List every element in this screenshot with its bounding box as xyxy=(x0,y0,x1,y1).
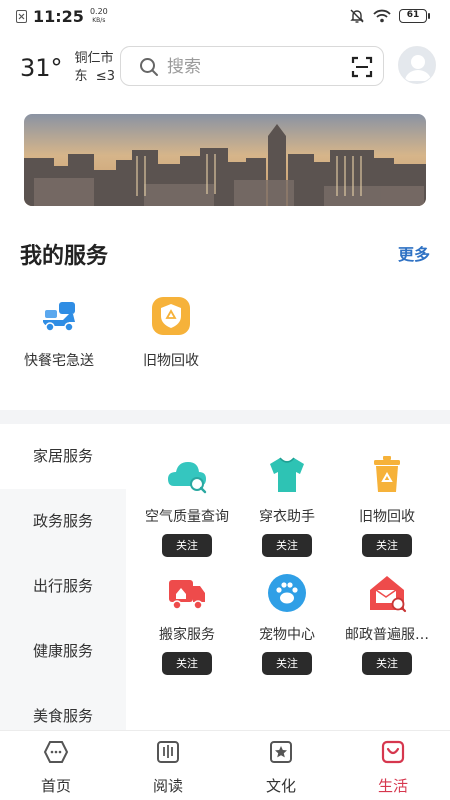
follow-button[interactable]: 关注 xyxy=(362,652,412,675)
scan-icon[interactable] xyxy=(351,56,373,78)
nav-culture[interactable]: 文化 xyxy=(241,739,321,796)
user-avatar-icon xyxy=(399,47,435,83)
city-name: 铜仁市 xyxy=(74,51,114,66)
category-health-services[interactable]: 健康服务 xyxy=(0,619,126,684)
service-tile-air-quality[interactable]: 空气质量查询 关注 xyxy=(132,454,242,557)
delivery-scooter-icon xyxy=(43,302,75,332)
follow-button[interactable]: 关注 xyxy=(262,652,312,675)
home-icon xyxy=(43,741,69,763)
category-home-services[interactable]: 家居服务 xyxy=(0,424,126,489)
tile-label: 搬家服务 xyxy=(159,627,215,643)
search-icon xyxy=(140,58,158,76)
weather-widget[interactable]: 31° 铜仁市 东 ≤3 xyxy=(20,50,115,86)
nav-reading[interactable]: 阅读 xyxy=(128,739,208,796)
tile-label: 空气质量查询 xyxy=(145,509,229,525)
air-quality-icon xyxy=(168,462,207,494)
my-services-title: 我的服务 xyxy=(20,244,109,269)
category-government-services[interactable]: 政务服务 xyxy=(0,489,126,554)
tile-label: 旧物回收 xyxy=(359,509,415,525)
tshirt-icon xyxy=(270,457,304,492)
category-content: 空气质量查询 关注 穿衣助手 关注 旧物回收 关注 搬家服务 关注 宠物中心 关… xyxy=(126,424,450,730)
network-speed-value: 0.20 xyxy=(89,7,108,16)
service-item-label: 快餐宅急送 xyxy=(24,353,94,369)
tile-label: 穿衣助手 xyxy=(259,509,315,525)
follow-button[interactable]: 关注 xyxy=(162,652,212,675)
recycle-bin-icon xyxy=(374,456,400,492)
temperature: 31° xyxy=(20,54,63,82)
section-divider xyxy=(0,410,450,424)
nav-life[interactable]: 生活 xyxy=(353,739,433,796)
service-tile-postal[interactable]: 邮政普遍服… 关注 xyxy=(332,572,442,675)
service-tile-recycle[interactable]: 旧物回收 关注 xyxy=(332,454,442,557)
tile-label: 宠物中心 xyxy=(259,627,315,643)
weather-meta: 铜仁市 东 ≤3 xyxy=(75,50,115,86)
service-tile-moving[interactable]: 搬家服务 关注 xyxy=(132,572,242,675)
service-item-delivery[interactable]: 快餐宅急送 xyxy=(9,296,109,370)
status-time: 11:25 xyxy=(33,7,84,26)
battery-level: 61 xyxy=(399,9,427,23)
follow-button[interactable]: 关注 xyxy=(162,534,212,557)
city-banner[interactable] xyxy=(24,114,426,206)
recycle-badge-icon xyxy=(152,297,190,335)
battery-indicator: 61 xyxy=(399,9,430,23)
follow-button[interactable]: 关注 xyxy=(262,534,312,557)
bottom-navigation: 首页 阅读 文化 生活 xyxy=(0,730,450,800)
more-link[interactable]: 更多 xyxy=(398,241,430,265)
service-tile-pet-center[interactable]: 宠物中心 关注 xyxy=(232,572,342,675)
search-input[interactable] xyxy=(165,53,339,81)
paw-icon xyxy=(268,574,306,612)
network-speed: 0.20 KB/s xyxy=(90,8,108,25)
postal-house-icon xyxy=(370,576,407,613)
nav-label: 阅读 xyxy=(152,777,183,795)
city-skyline-image xyxy=(24,114,426,206)
life-bag-icon xyxy=(381,740,405,764)
book-icon xyxy=(157,741,179,763)
network-speed-unit: KB/s xyxy=(92,17,106,24)
battery-cap xyxy=(428,13,430,19)
follow-button[interactable]: 关注 xyxy=(362,534,412,557)
status-bar: 11:25 0.20 KB/s 61 xyxy=(0,0,450,34)
nav-home[interactable]: 首页 xyxy=(16,739,96,796)
search-bar[interactable] xyxy=(120,46,384,86)
wind-info: 东 ≤3 xyxy=(74,69,115,84)
nav-label: 文化 xyxy=(265,777,296,795)
mute-bell-icon xyxy=(350,9,364,23)
service-item-recycle[interactable]: 旧物回收 xyxy=(121,296,221,370)
tile-label: 邮政普遍服… xyxy=(345,627,429,643)
avatar[interactable] xyxy=(398,46,436,84)
culture-star-icon xyxy=(270,741,292,763)
service-tile-clothing[interactable]: 穿衣助手 关注 xyxy=(232,454,342,557)
category-travel-services[interactable]: 出行服务 xyxy=(0,554,126,619)
nav-label: 生活 xyxy=(377,777,408,795)
moving-truck-icon xyxy=(169,580,205,610)
notification-icon xyxy=(16,10,27,23)
service-item-label: 旧物回收 xyxy=(143,353,199,369)
wifi-icon xyxy=(373,9,391,23)
nav-label: 首页 xyxy=(40,777,71,795)
category-sidebar: 家居服务 政务服务 出行服务 健康服务 美食服务 xyxy=(0,424,126,730)
